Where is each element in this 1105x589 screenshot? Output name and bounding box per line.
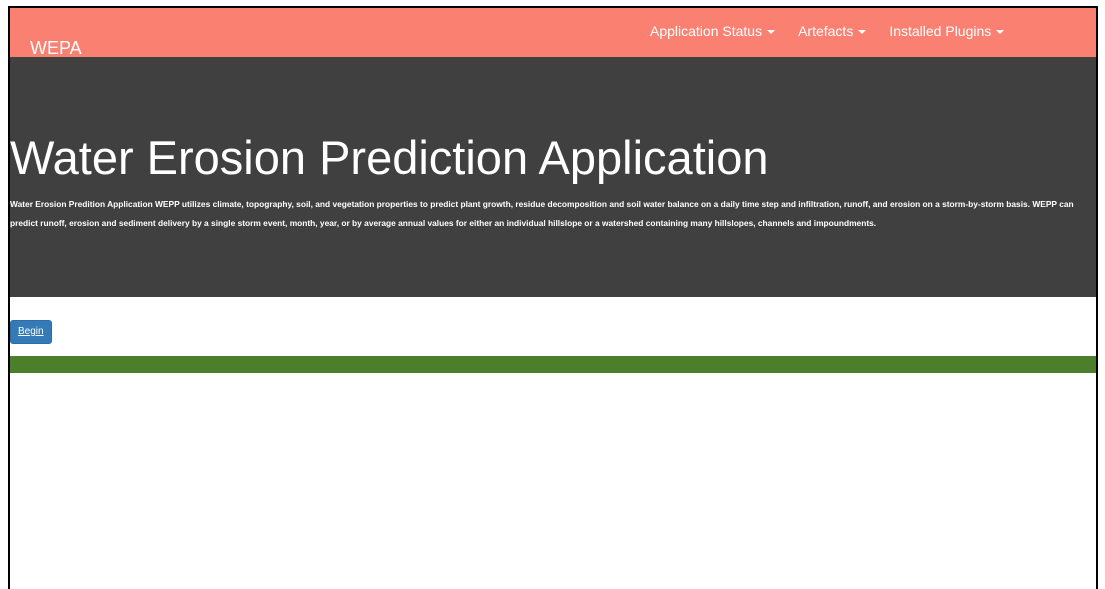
- divider-band: [10, 356, 1096, 373]
- caret-down-icon: [858, 30, 867, 35]
- page-title: Water Erosion Prediction Application: [10, 131, 769, 184]
- nav-item-artefacts[interactable]: Artefacts: [798, 22, 867, 40]
- jumbotron: Water Erosion Prediction Application Wat…: [10, 57, 1096, 297]
- nav-item-label: Application Status: [650, 23, 763, 39]
- brand-link[interactable]: WEPA: [30, 38, 82, 58]
- browser-frame: WEPA Application Status Artefacts Instal…: [8, 6, 1098, 589]
- nav-menu: Application Status Artefacts Installed P…: [650, 22, 1027, 40]
- nav-item-label: Artefacts: [798, 23, 854, 39]
- nav-item-application-status[interactable]: Application Status: [650, 22, 776, 40]
- nav-item-label: Installed Plugins: [889, 23, 992, 39]
- caret-down-icon: [767, 30, 776, 35]
- nav-item-installed-plugins[interactable]: Installed Plugins: [889, 22, 1005, 40]
- page-description: Water Erosion Predition Application WEPP…: [10, 199, 1074, 228]
- navbar: WEPA Application Status Artefacts Instal…: [10, 8, 1096, 58]
- caret-down-icon: [996, 30, 1005, 35]
- begin-button[interactable]: Begin: [10, 320, 52, 344]
